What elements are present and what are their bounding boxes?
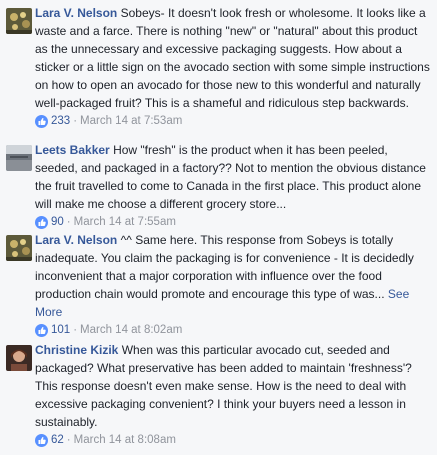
like-count[interactable]: 233 [51,113,70,129]
like-count[interactable]: 62 [51,432,64,448]
comment-author[interactable]: Lara V. Nelson [35,233,117,247]
avatar[interactable] [6,8,32,34]
thumbs-up-icon[interactable] [35,433,48,447]
separator: · [66,216,71,228]
comment-body: Christine Kizik When was this particular… [35,341,431,431]
separator: · [73,115,78,127]
comment-timestamp[interactable]: March 14 at 8:02am [80,322,182,338]
comment-timestamp[interactable]: March 14 at 7:55am [74,214,176,230]
comment-meta: 233 · March 14 at 7:53am [35,113,431,129]
avatar[interactable] [6,345,32,371]
thumbs-up-icon[interactable] [35,215,48,229]
comment-author[interactable]: Christine Kizik [35,343,118,357]
thumbs-up-icon[interactable] [35,114,48,128]
comment: Christine Kizik When was this particular… [0,341,437,448]
comment-text: Sobeys- It doesn't look fresh or wholeso… [35,6,430,110]
avatar[interactable] [6,235,32,261]
like-count[interactable]: 101 [51,322,70,338]
comment-feed: Lara V. Nelson Sobeys- It doesn't look f… [0,0,437,455]
comment-timestamp[interactable]: March 14 at 7:53am [80,113,182,129]
comment-meta: 101 · March 14 at 8:02am [35,322,431,338]
comment-meta: 62 · March 14 at 8:08am [35,432,431,448]
comment: Lara V. Nelson Sobeys- It doesn't look f… [0,4,437,141]
comment: Lara V. Nelson ^^ Same here. This respon… [0,231,437,341]
comment-meta: 90 · March 14 at 7:55am [35,214,431,230]
comment-body: Lara V. Nelson Sobeys- It doesn't look f… [35,4,431,112]
comment-author[interactable]: Leets Bakker [35,143,110,157]
comment-body: Leets Bakker How "fresh" is the product … [35,141,431,213]
comment-author[interactable]: Lara V. Nelson [35,6,117,20]
thumbs-up-icon[interactable] [35,323,48,337]
comment-body: Lara V. Nelson ^^ Same here. This respon… [35,231,431,321]
avatar[interactable] [6,145,32,171]
comment-timestamp[interactable]: March 14 at 8:08am [74,432,176,448]
like-count[interactable]: 90 [51,214,64,230]
comment: Leets Bakker How "fresh" is the product … [0,141,437,231]
separator: · [66,434,71,446]
separator: · [73,324,78,336]
